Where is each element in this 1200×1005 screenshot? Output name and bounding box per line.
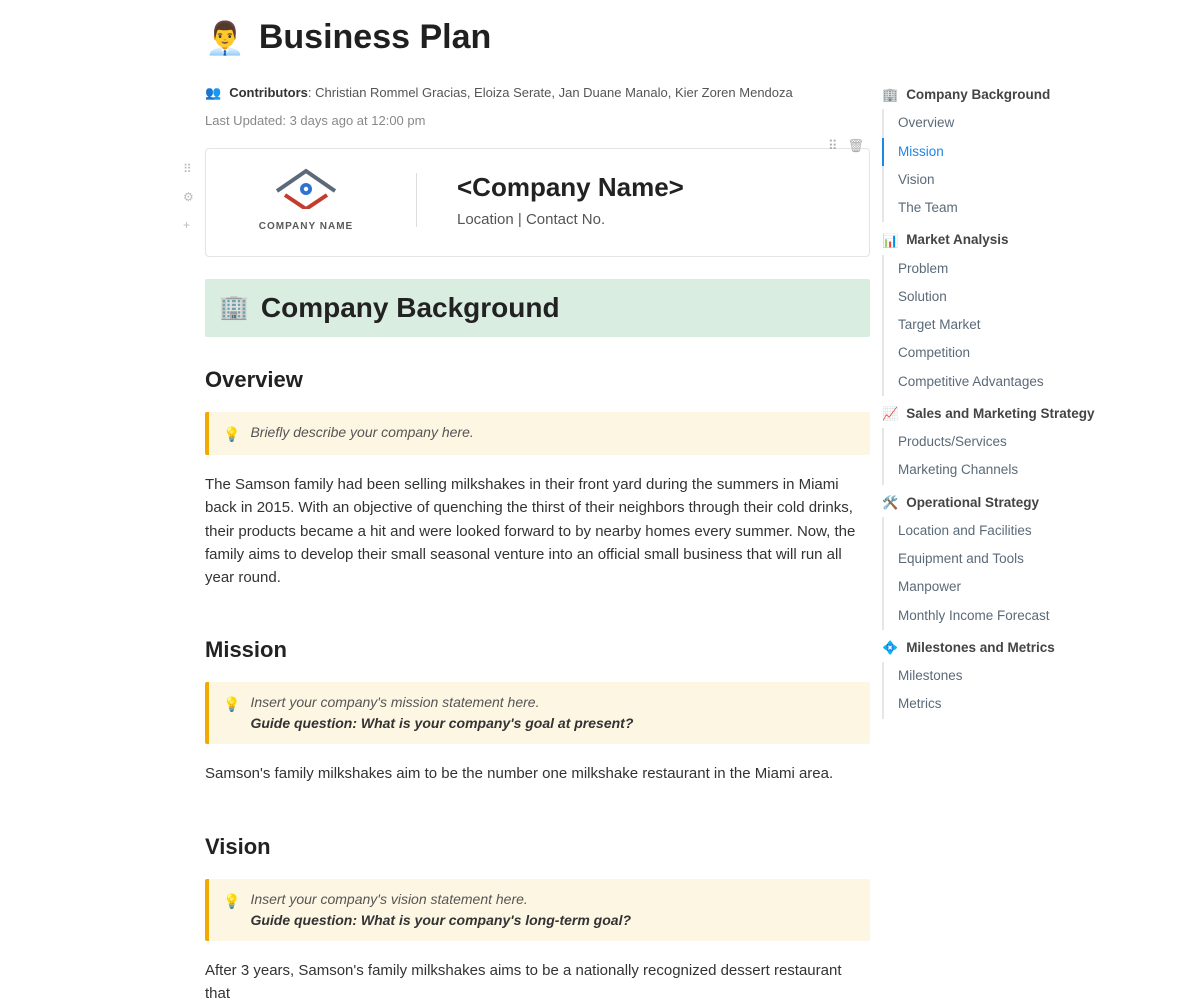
toc-heading-operational-strategy[interactable]: 🛠️ Operational Strategy bbox=[880, 489, 1160, 517]
company-subtext: Location | Contact No. bbox=[457, 209, 684, 232]
trend-icon: 📈 bbox=[882, 404, 898, 424]
mission-heading: Mission bbox=[205, 633, 870, 666]
vision-body: After 3 years, Samson's family milkshake… bbox=[205, 959, 870, 1005]
toc-item-vision[interactable]: Vision bbox=[882, 166, 1160, 194]
chart-icon: 📊 bbox=[882, 231, 898, 251]
block-toolbar: ⠿ 🗑 bbox=[828, 136, 864, 156]
last-updated-label: Last Updated: bbox=[205, 113, 286, 128]
building-icon: 🏢 bbox=[219, 290, 249, 326]
drag-handle-icon[interactable]: ⠿ bbox=[183, 160, 194, 178]
toc-item-milestones[interactable]: Milestones bbox=[882, 662, 1160, 690]
lightbulb-icon: 💡 bbox=[223, 424, 240, 445]
toc-heading-company-background[interactable]: 🏢 Company Background bbox=[880, 81, 1160, 109]
logo-caption: COMPANY NAME bbox=[236, 219, 376, 234]
drag-handle-icon[interactable]: ⠿ bbox=[828, 136, 838, 156]
diamond-icon: 💠 bbox=[882, 638, 898, 658]
lightbulb-icon: 💡 bbox=[223, 891, 240, 912]
toc-item-problem[interactable]: Problem bbox=[882, 255, 1160, 283]
people-icon: 👥 bbox=[205, 83, 221, 103]
company-logo: COMPANY NAME bbox=[236, 165, 376, 234]
overview-hint-text: Briefly describe your company here. bbox=[250, 422, 473, 443]
overview-hint: 💡 Briefly describe your company here. bbox=[205, 412, 870, 455]
mission-body: Samson's family milkshakes aim to be the… bbox=[205, 762, 870, 785]
toc-item-products-services[interactable]: Products/Services bbox=[882, 428, 1160, 456]
divider bbox=[416, 173, 417, 227]
page-title: Business Plan bbox=[259, 12, 491, 63]
tools-icon: 🛠️ bbox=[882, 493, 898, 513]
toc-item-competitive-advantages[interactable]: Competitive Advantages bbox=[882, 368, 1160, 396]
company-name: <Company Name> bbox=[457, 168, 684, 207]
toc-heading-sales-marketing[interactable]: 📈 Sales and Marketing Strategy bbox=[880, 400, 1160, 428]
toc-item-marketing-channels[interactable]: Marketing Channels bbox=[882, 456, 1160, 484]
delete-icon[interactable]: 🗑 bbox=[847, 136, 864, 156]
add-block-icon[interactable]: + bbox=[183, 216, 194, 234]
contributors-names: : Christian Rommel Gracias, Eloiza Serat… bbox=[308, 85, 793, 100]
company-card[interactable]: COMPANY NAME <Company Name> Location | C… bbox=[205, 148, 870, 257]
mission-hint: 💡 Insert your company's mission statemen… bbox=[205, 682, 870, 744]
toc-item-the-team[interactable]: The Team bbox=[882, 194, 1160, 222]
house-logo-icon bbox=[271, 165, 341, 209]
mission-hint-text: Insert your company's mission statement … bbox=[250, 692, 633, 734]
section-banner-company-background: 🏢 Company Background bbox=[205, 279, 870, 337]
overview-body: The Samson family had been selling milks… bbox=[205, 473, 870, 589]
toc-heading-milestones-metrics[interactable]: 💠 Milestones and Metrics bbox=[880, 634, 1160, 662]
toc-item-competition[interactable]: Competition bbox=[882, 339, 1160, 367]
toc-item-manpower[interactable]: Manpower bbox=[882, 573, 1160, 601]
page-emoji: 👨‍💼 bbox=[205, 14, 245, 62]
toc-item-target-market[interactable]: Target Market bbox=[882, 311, 1160, 339]
last-updated: Last Updated: 3 days ago at 12:00 pm bbox=[205, 111, 870, 131]
contributors-row: 👥 Contributors: Christian Rommel Gracias… bbox=[205, 83, 870, 103]
contributors-label: Contributors bbox=[229, 85, 308, 100]
toc-item-monthly-income-forecast[interactable]: Monthly Income Forecast bbox=[882, 602, 1160, 630]
building-icon: 🏢 bbox=[882, 85, 898, 105]
page-title-row: 👨‍💼 Business Plan bbox=[205, 12, 870, 63]
toc-item-location-facilities[interactable]: Location and Facilities bbox=[882, 517, 1160, 545]
last-updated-value: 3 days ago at 12:00 pm bbox=[290, 113, 426, 128]
section-title: Company Background bbox=[261, 287, 560, 329]
block-side-controls: ⠿ ⚙ + bbox=[183, 160, 194, 234]
toc-heading-market-analysis[interactable]: 📊 Market Analysis bbox=[880, 226, 1160, 254]
main-content: 👨‍💼 Business Plan 👥 Contributors: Christ… bbox=[0, 6, 870, 1005]
vision-hint-text: Insert your company's vision statement h… bbox=[250, 889, 631, 931]
vision-heading: Vision bbox=[205, 830, 870, 863]
toc-item-metrics[interactable]: Metrics bbox=[882, 690, 1160, 718]
toc-item-solution[interactable]: Solution bbox=[882, 283, 1160, 311]
company-info: <Company Name> Location | Contact No. bbox=[457, 168, 684, 232]
toc-item-mission[interactable]: Mission bbox=[882, 138, 1160, 166]
toc-item-equipment-tools[interactable]: Equipment and Tools bbox=[882, 545, 1160, 573]
vision-hint: 💡 Insert your company's vision statement… bbox=[205, 879, 870, 941]
overview-heading: Overview bbox=[205, 363, 870, 396]
toc-item-overview[interactable]: Overview bbox=[882, 109, 1160, 137]
table-of-contents: 🏢 Company Background Overview Mission Vi… bbox=[870, 6, 1170, 1005]
settings-icon[interactable]: ⚙ bbox=[183, 188, 194, 206]
lightbulb-icon: 💡 bbox=[223, 694, 240, 715]
